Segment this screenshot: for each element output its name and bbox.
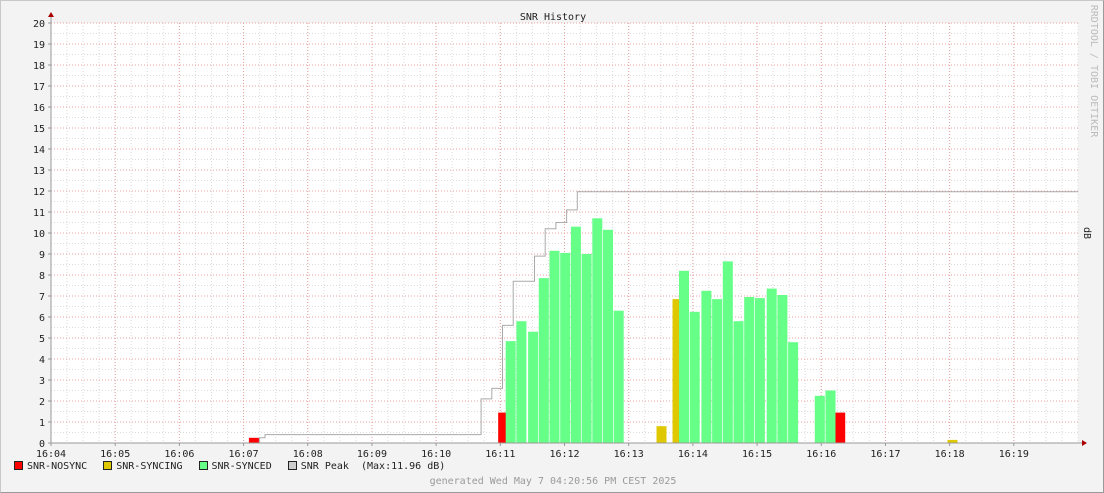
bar-snr-synced xyxy=(814,395,825,444)
y-tick-label: 11 xyxy=(33,208,45,219)
legend: SNR-NOSYNC SNR-SYNCING SNR-SYNCED SNR Pe… xyxy=(14,461,455,472)
bar-snr-syncing xyxy=(656,426,667,443)
legend-label: SNR-NOSYNC xyxy=(27,461,88,472)
x-tick-label: 16:10 xyxy=(421,449,451,460)
generated-timestamp: generated Wed May 7 04:20:56 PM CEST 202… xyxy=(429,476,677,487)
x-tick-label: 16:09 xyxy=(357,449,387,460)
bar-snr-synced xyxy=(712,299,723,443)
x-tick-label: 16:17 xyxy=(870,449,900,460)
legend-swatch-nosync xyxy=(14,461,23,470)
legend-swatch-peak xyxy=(287,461,297,470)
y-tick-label: 5 xyxy=(39,334,45,345)
x-tick-label: 16:13 xyxy=(614,449,644,460)
y-tick-label: 20 xyxy=(33,19,45,30)
x-axis-arrow xyxy=(1082,440,1087,446)
x-tick-label: 16:16 xyxy=(806,449,836,460)
bar-snr-synced xyxy=(560,252,571,443)
snr-history-chart: SNR History 0123456789101112131415161718… xyxy=(33,5,1099,460)
x-tick-label: 16:14 xyxy=(678,449,708,460)
bar-snr-synced xyxy=(505,341,516,443)
bar-snr-synced xyxy=(570,226,581,443)
x-tick-label: 16:11 xyxy=(485,449,515,460)
legend-label: SNR Peak xyxy=(300,461,349,472)
watermark: RRDTOOL / TOBI OETIKER xyxy=(1088,5,1099,138)
bar-snr-synced xyxy=(733,321,744,443)
bar-snr-synced xyxy=(788,342,799,443)
legend-swatch-synced xyxy=(198,461,208,470)
x-tick-label: 16:06 xyxy=(164,449,194,460)
y-tick-label: 9 xyxy=(39,250,45,261)
legend-item-nosync: SNR-NOSYNC xyxy=(14,461,87,472)
x-tick-label: 16:18 xyxy=(935,449,965,460)
bar-snr-synced xyxy=(754,298,765,443)
bar-snr-synced xyxy=(516,321,527,443)
bar-snr-synced xyxy=(825,390,836,443)
y-tick-label: 19 xyxy=(33,40,45,51)
x-tick-label: 16:15 xyxy=(742,449,772,460)
legend-peak-note: (Max:11.96 dB) xyxy=(360,461,446,472)
y-tick-label: 1 xyxy=(39,418,45,429)
y-axis-arrow xyxy=(48,12,54,17)
x-tick-label: 16:12 xyxy=(549,449,579,460)
bar-snr-synced xyxy=(722,261,733,443)
bar-snr-synced xyxy=(777,295,788,443)
y-tick-label: 12 xyxy=(33,187,45,198)
legend-label: SNR-SYNCING xyxy=(116,461,183,472)
legend-label: SNR-SYNCED xyxy=(211,461,272,472)
x-tick-label: 16:19 xyxy=(999,449,1029,460)
bar-snr-synced xyxy=(581,254,592,443)
y-tick-label: 13 xyxy=(33,166,45,177)
bar-snr-nosync xyxy=(835,412,846,443)
chart-title: SNR History xyxy=(520,12,586,23)
y-tick-label: 7 xyxy=(39,292,45,303)
y-axis-label: dB xyxy=(1081,227,1092,239)
bar-snr-synced xyxy=(592,218,603,443)
y-tick-label: 15 xyxy=(33,124,45,135)
y-tick-label: 2 xyxy=(39,397,45,408)
bar-snr-synced xyxy=(603,229,613,443)
bar-snr-synced xyxy=(679,270,689,443)
x-tick-label: 16:07 xyxy=(229,449,259,460)
y-tick-label: 6 xyxy=(39,313,45,324)
bar-snr-synced xyxy=(613,310,624,443)
y-tick-label: 4 xyxy=(39,355,45,366)
y-tick-label: 10 xyxy=(33,229,45,240)
x-tick-label: 16:08 xyxy=(293,449,323,460)
legend-item-synced: SNR-SYNCED xyxy=(198,461,272,472)
y-tick-label: 3 xyxy=(39,376,45,387)
legend-item-syncing: SNR-SYNCING xyxy=(103,461,182,472)
bar-snr-synced xyxy=(744,297,755,443)
x-tick-label: 16:04 xyxy=(36,449,66,460)
y-tick-label: 14 xyxy=(33,145,45,156)
bar-snr-synced xyxy=(766,288,777,443)
bar-snr-synced xyxy=(701,290,712,444)
bar-snr-synced xyxy=(549,250,560,443)
x-tick-label: 16:05 xyxy=(100,449,130,460)
bar-snr-synced xyxy=(538,278,549,443)
x-tick-labels: 16:04 16:05 16:06 16:07 16:08 16:09 16:10 16:11… xyxy=(36,443,1029,460)
chart-frame: SNR History 0 1 2 3 4 5 6 7 8 9 10 11 12 13 14 15 16 17 18… xyxy=(0,0,1104,493)
y-tick-label: 16 xyxy=(33,103,45,114)
bar-snr-synced xyxy=(528,331,539,443)
legend-swatch-syncing xyxy=(103,461,113,470)
legend-item-peak: SNR Peak (Max:11.96 dB) xyxy=(287,461,446,472)
y-tick-label: 18 xyxy=(33,61,45,72)
y-tick-label: 17 xyxy=(33,82,45,93)
y-tick-labels: 01234567891011121314151617181920 xyxy=(33,19,51,450)
bar-snr-nosync xyxy=(248,437,259,444)
y-tick-label: 8 xyxy=(39,271,45,282)
bar-snr-synced xyxy=(689,311,700,444)
